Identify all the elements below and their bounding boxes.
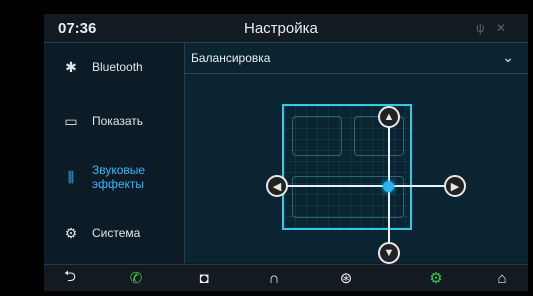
equalizer-icon: ⫼ [67, 168, 75, 185]
display-icon: ▭ [64, 112, 78, 129]
arrow-right-icon: ▶ [450, 180, 460, 193]
front-left-seat [292, 116, 342, 156]
status-icons: ψ ✕ [476, 21, 510, 35]
sidebar-item-bluetooth[interactable]: ✱ Bluetooth [44, 43, 184, 91]
bluetooth-icon: ✱ [65, 58, 77, 75]
sidebar-item-system[interactable]: ⚙ Система [44, 209, 184, 257]
gear-icon: ⚙ [64, 224, 78, 241]
balance-dropdown[interactable]: Балансировка ⌄ [185, 43, 528, 74]
headphones-icon: ∩ [268, 269, 280, 287]
clock: 07:36 [58, 20, 97, 37]
home-button[interactable]: ⌂ [482, 267, 522, 289]
back-button[interactable]: ⮌ [50, 267, 90, 289]
head-unit-screen: 07:36 Настройка ψ ✕ ✱ Bluetooth ▭ Показа… [44, 14, 528, 291]
dropdown-label: Балансировка [191, 51, 271, 65]
status-bar: 07:36 Настройка ψ ✕ [44, 14, 528, 43]
settings-content: Балансировка ⌄ ▲ ▼ ◀ ▶ [185, 43, 528, 264]
sidebar-item-label: Показать [92, 114, 144, 128]
sidebar-item-sound-effects[interactable]: ⫼ Звуковые эффекты [44, 153, 184, 201]
arrow-left-icon: ◀ [272, 180, 282, 193]
settings-icon: ⚙ [429, 270, 443, 287]
phone-button[interactable]: ✆ [116, 267, 156, 289]
bottom-nav: ⮌ ✆ ◘ ∩ ⊛ ⚙ ⌂ [44, 264, 528, 291]
camera-button[interactable]: ◘ [184, 267, 224, 289]
sidebar-item-label: Bluetooth [92, 60, 143, 74]
sidebar-item-label: Звуковые эффекты [92, 163, 146, 191]
settings-button[interactable]: ⚙ [416, 267, 456, 289]
music-button[interactable]: ∩ [254, 267, 294, 289]
car-button[interactable]: ⊛ [326, 267, 366, 289]
balance-center-dot[interactable] [383, 181, 394, 192]
balance-right-button[interactable]: ▶ [444, 175, 466, 197]
sidebar-item-display[interactable]: ▭ Показать [44, 97, 184, 145]
balance-up-button[interactable]: ▲ [378, 106, 400, 128]
back-icon: ⮌ [63, 267, 76, 285]
steering-wheel-icon: ⊛ [339, 270, 353, 287]
arrow-down-icon: ▼ [383, 247, 395, 259]
balance-down-button[interactable]: ▼ [378, 242, 400, 264]
balance-horizontal-line [285, 185, 445, 187]
camera-icon: ◘ [199, 269, 209, 287]
balance-left-button[interactable]: ◀ [266, 175, 288, 197]
page-title: Настройка [244, 20, 318, 37]
sidebar-item-label: Система [92, 226, 141, 240]
home-icon: ⌂ [497, 269, 507, 287]
phone-icon: ✆ [129, 270, 143, 287]
arrow-up-icon: ▲ [383, 111, 395, 123]
sidebar: ✱ Bluetooth ▭ Показать ⫼ Звуковые эффект… [44, 43, 185, 263]
chevron-down-icon[interactable]: ⌄ [502, 49, 514, 66]
